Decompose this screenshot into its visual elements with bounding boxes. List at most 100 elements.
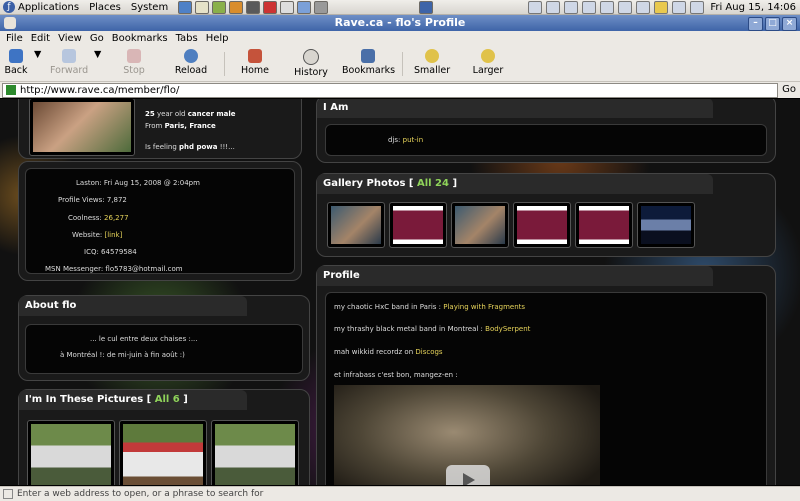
media-launcher-icon[interactable] [263,0,278,14]
last-online-text: Laston: Fri Aug 15, 2008 @ 2:04pm [76,179,200,187]
profile-stats-box: Laston: Fri Aug 15, 2008 @ 2:04pm Profil… [18,161,302,281]
maximize-icon[interactable]: □ [765,17,780,31]
forward-history-dropdown-icon[interactable]: ▼ [94,49,101,60]
profile-records-line: mah wikkid recordz on Discogs [334,348,443,356]
zoom-out-button[interactable]: Smaller [414,49,450,76]
bookmarks-button[interactable]: Bookmarks [342,49,395,76]
djs-link[interactable]: put-in [403,136,424,144]
menu-file[interactable]: File [6,33,23,44]
workspace-icon[interactable] [419,0,434,14]
tray-applet-icon[interactable] [582,0,597,14]
stop-button[interactable]: Stop [120,49,148,76]
clock[interactable]: Fri Aug 15, 14:06 [710,2,796,13]
editor-launcher-icon[interactable] [212,0,227,14]
go-button[interactable]: Go [782,84,796,95]
profile-age-line: 25 year old cancer male [145,110,236,118]
menu-view[interactable]: View [58,33,82,44]
profile-views-text: Profile Views: 7,872 [58,196,127,204]
menubar: File Edit View Go Bookmarks Tabs Help [0,31,800,46]
msn-text: MSN Messenger: flo5783@hotmail.com [45,265,183,273]
address-input[interactable]: http://www.rave.ca/member/flo/ [2,83,778,98]
menu-bookmarks[interactable]: Bookmarks [112,33,168,44]
website-link[interactable]: [link] [105,231,123,239]
minimize-icon[interactable]: – [748,17,763,31]
tray-applet-icon[interactable] [564,0,579,14]
profile-content-box: Profile my chaotic HxC band in Paris : P… [316,265,776,485]
site-favicon-icon [6,85,16,95]
update-tray-icon[interactable] [546,0,561,14]
back-button[interactable]: Back [4,49,28,76]
toolbar-separator [224,52,225,76]
forward-button[interactable]: Forward [50,49,88,76]
network-tray-icon[interactable] [528,0,543,14]
window-menu-icon[interactable] [4,17,16,29]
profile-band-line: my chaotic HxC band in Paris : Playing w… [334,303,526,311]
tagged-picture-thumb[interactable] [119,420,207,485]
volume-tray-icon[interactable] [672,0,687,14]
page-viewport[interactable]: 25 year old cancer male From Paris, Fran… [0,99,800,485]
gnome-foot-icon[interactable]: ƒ [3,1,15,13]
profile-content-header: Profile [317,266,713,286]
calc-launcher-icon[interactable] [297,0,312,14]
video-play-icon[interactable] [446,465,490,485]
back-arrow-icon [9,49,23,63]
discogs-link[interactable]: Discogs [415,348,442,356]
menu-help[interactable]: Help [206,33,229,44]
icq-text: ICQ: 64579584 [84,248,137,256]
terminal-launcher-icon[interactable] [246,0,261,14]
gallery-header: Gallery Photos [ All 24 ] [317,174,713,194]
zoom-out-icon [425,49,439,63]
gallery-thumb[interactable] [575,202,633,248]
location-bar: http://www.rave.ca/member/flo/ Go [0,82,800,98]
mail-launcher-icon[interactable] [195,0,210,14]
document-launcher-icon[interactable] [280,0,295,14]
home-icon [248,49,262,63]
lock-tray-icon[interactable] [636,0,651,14]
history-button[interactable]: History [294,49,328,78]
close-icon[interactable]: × [782,17,797,31]
gallery-thumb[interactable] [327,202,385,248]
gallery-all-link[interactable]: All 24 [417,178,449,189]
menu-tabs[interactable]: Tabs [176,33,198,44]
gallery-thumb[interactable] [389,202,447,248]
window-title: Rave.ca - flo's Profile [334,16,466,29]
home-button[interactable]: Home [240,49,270,76]
panel-menu-applications[interactable]: Applications [18,2,79,13]
coolness-text: Coolness: 26,277 [68,214,129,222]
toolbar-separator [402,52,403,76]
browser-launcher-icon[interactable] [178,0,193,14]
firefox-launcher-icon[interactable] [229,0,244,14]
gallery-thumb[interactable] [513,202,571,248]
panel-menu-system[interactable]: System [131,2,168,13]
reload-button[interactable]: Reload [174,49,208,76]
battery-tray-icon[interactable] [690,0,705,14]
band-fragments-link[interactable]: Playing with Fragments [443,303,525,311]
window-titlebar[interactable]: Rave.ca - flo's Profile – □ × [0,15,800,31]
back-history-dropdown-icon[interactable]: ▼ [34,49,41,60]
band-bodyserpent-link[interactable]: BodySerpent [485,325,530,333]
embedded-video-player[interactable] [334,385,600,485]
panel-menu-places[interactable]: Places [89,2,121,13]
menu-go[interactable]: Go [90,33,104,44]
gallery-box: Gallery Photos [ All 24 ] [316,173,776,257]
tagged-picture-thumb[interactable] [27,420,115,485]
history-clock-icon [303,49,319,65]
profile-summary-box: 25 year old cancer male From Paris, Fran… [18,99,302,159]
gallery-thumb[interactable] [637,202,695,248]
zoom-in-button[interactable]: Larger [472,49,504,76]
files-launcher-icon[interactable] [314,0,329,14]
profile-avatar[interactable] [29,99,135,156]
reload-icon [184,49,198,63]
gallery-thumb[interactable] [451,202,509,248]
notification-tray-icon[interactable] [654,0,669,14]
tagged-pictures-all-link[interactable]: All 6 [155,394,180,405]
tray-applet-icon[interactable] [600,0,615,14]
about-header: About flo [19,296,247,316]
status-bar: Enter a web address to open, or a phrase… [0,486,800,501]
profile-feeling-line: Is feeling phd powa !!!... [145,143,235,151]
menu-edit[interactable]: Edit [31,33,50,44]
tagged-picture-thumb[interactable] [211,420,299,485]
power-tray-icon[interactable] [618,0,633,14]
top-panel: ƒ Applications Places System Fri Aug 15,… [0,0,800,15]
tagged-pictures-header: I'm In These Pictures [ All 6 ] [19,390,247,410]
